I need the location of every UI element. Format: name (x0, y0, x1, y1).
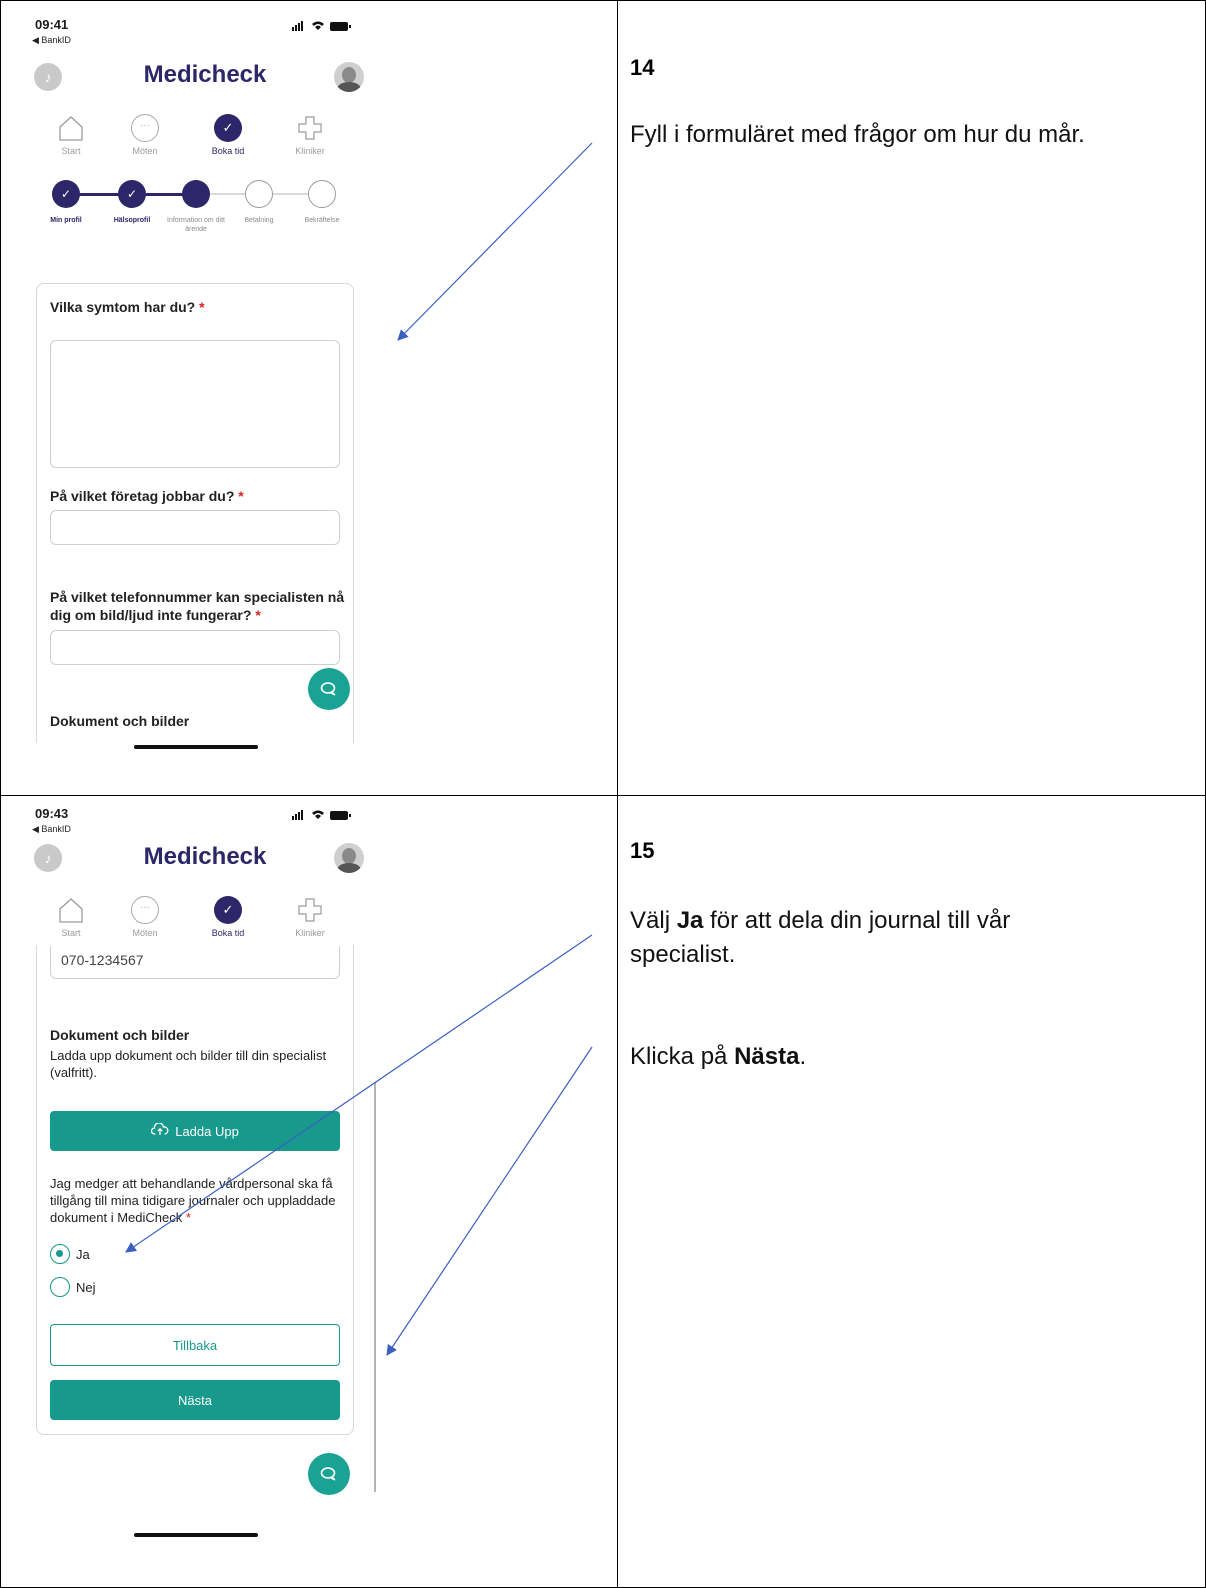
arrow-to-yes (125, 934, 593, 1253)
annotation-arrows (125, 142, 593, 1356)
arrow-to-symptoms (397, 142, 593, 341)
arrow-to-next (386, 1046, 593, 1356)
